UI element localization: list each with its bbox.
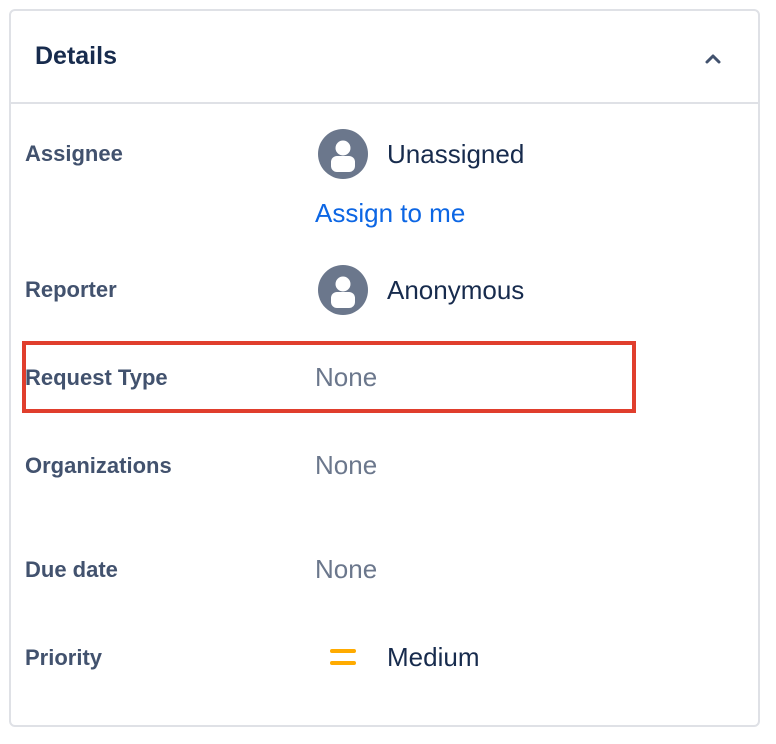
details-header[interactable]: Details [11,11,758,104]
organizations-value[interactable]: None [315,450,377,481]
priority-value[interactable]: Medium [387,642,479,673]
due-date-value[interactable]: None [315,554,377,585]
reporter-value[interactable]: Anonymous [387,275,524,306]
due-date-label: Due date [25,557,118,582]
assign-to-me-link[interactable]: Assign to me [315,198,465,229]
collapse-button[interactable] [691,37,735,81]
assignee-label: Assignee [25,141,123,166]
assignee-value[interactable]: Unassigned [387,139,524,170]
priority-medium-icon [330,649,356,665]
request-type-value[interactable]: None [315,362,377,393]
user-avatar-icon [318,129,368,179]
chevron-up-icon [705,54,721,64]
reporter-label: Reporter [25,277,117,302]
details-title: Details [35,42,117,70]
request-type-label: Request Type [25,365,168,390]
user-avatar-icon [318,265,368,315]
priority-label: Priority [25,645,103,670]
organizations-label: Organizations [25,453,172,478]
